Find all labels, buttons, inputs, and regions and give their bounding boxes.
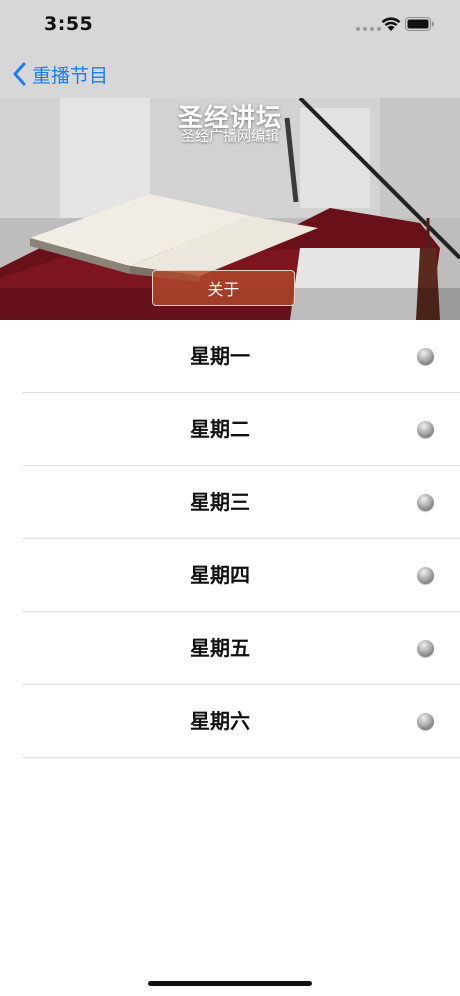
list-item-saturday[interactable]: 星期六 (0, 685, 460, 758)
day-list: 星期一 星期二 星期三 星期四 星期五 星期六 (0, 320, 460, 758)
list-item-thursday[interactable]: 星期四 (0, 539, 460, 612)
home-indicator[interactable] (148, 981, 312, 986)
day-label: 星期四 (190, 563, 250, 587)
day-label: 星期六 (190, 709, 250, 733)
wifi-icon (381, 17, 401, 31)
status-time: 3:55 (44, 13, 94, 35)
status-dot-icon (417, 640, 434, 657)
list-item-wednesday[interactable]: 星期三 (0, 466, 460, 539)
battery-icon (405, 17, 434, 31)
cellular-signal-icon (356, 27, 381, 31)
navigation-bar: 重播节目 (0, 50, 460, 98)
day-label: 星期一 (190, 344, 250, 368)
chevron-left-icon (13, 62, 26, 86)
back-button[interactable]: 重播节目 (12, 60, 108, 88)
about-button[interactable]: 关于 (152, 270, 295, 306)
banner-subtitle: 圣经广播网编辑 (181, 129, 279, 145)
day-label: 星期五 (190, 636, 250, 660)
status-dot-icon (417, 421, 434, 438)
status-dot-icon (417, 567, 434, 584)
header-banner: 圣经讲坛 圣经广播网编辑 关于 (0, 98, 460, 320)
list-item-friday[interactable]: 星期五 (0, 612, 460, 685)
status-dot-icon (417, 713, 434, 730)
day-label: 星期三 (190, 490, 250, 514)
status-bar: 3:55 (0, 0, 460, 50)
list-item-monday[interactable]: 星期一 (0, 320, 460, 393)
status-dot-icon (417, 348, 434, 365)
list-item-tuesday[interactable]: 星期二 (0, 393, 460, 466)
back-button-label: 重播节目 (32, 64, 109, 87)
status-dot-icon (417, 494, 434, 511)
day-label: 星期二 (190, 417, 250, 441)
